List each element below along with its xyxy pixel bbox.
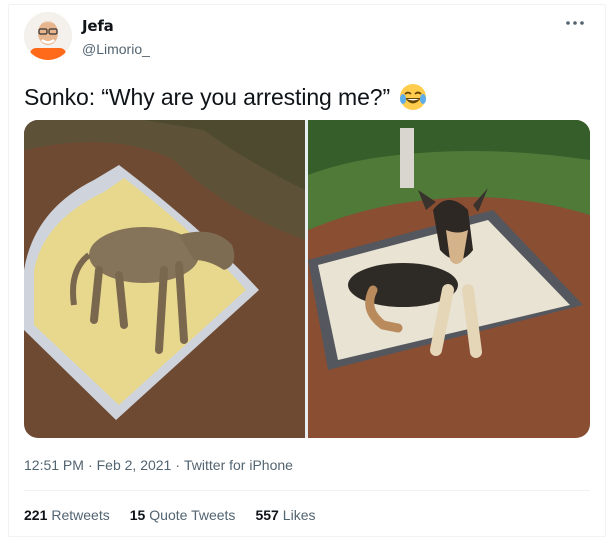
more-horizontal-icon[interactable]: [563, 14, 587, 32]
stat-quote-tweets[interactable]: 15 Quote Tweets: [130, 507, 236, 523]
tweet-media[interactable]: [24, 120, 590, 438]
avatar[interactable]: [24, 12, 72, 60]
stat-likes[interactable]: 557 Likes: [255, 507, 315, 523]
stat-count: 557: [255, 507, 279, 523]
meta-separator: ·: [87, 457, 93, 473]
stat-label: Likes: [282, 507, 316, 523]
tweet-text: Sonko: “Why are you arresting me?”: [24, 83, 391, 110]
media-photo-right[interactable]: [308, 120, 590, 438]
tweet-source[interactable]: Twitter for iPhone: [184, 457, 293, 473]
tweet-stats: 221 Retweets 15 Quote Tweets 557 Likes: [24, 507, 315, 523]
stat-count: 221: [24, 507, 48, 523]
divider: [24, 490, 590, 491]
tweet-text-row: Sonko: “Why are you arresting me?”: [24, 82, 428, 112]
stat-label: Retweets: [51, 507, 110, 523]
author-handle[interactable]: @Limorio_: [82, 41, 150, 57]
stat-count: 15: [129, 507, 146, 523]
tweet-meta: 12:51 PM · Feb 2, 2021 · Twitter for iPh…: [24, 457, 293, 473]
tweet-time[interactable]: 12:51 PM: [24, 457, 84, 473]
meta-separator: ·: [175, 457, 181, 473]
stat-label: Quote Tweets: [149, 507, 236, 523]
face-with-tears-of-joy-icon: [398, 82, 428, 112]
tweet-date[interactable]: Feb 2, 2021: [97, 457, 172, 473]
author-name[interactable]: Jefa: [82, 17, 114, 35]
media-photo-left[interactable]: [24, 120, 305, 438]
stat-retweets[interactable]: 221 Retweets: [24, 507, 110, 523]
